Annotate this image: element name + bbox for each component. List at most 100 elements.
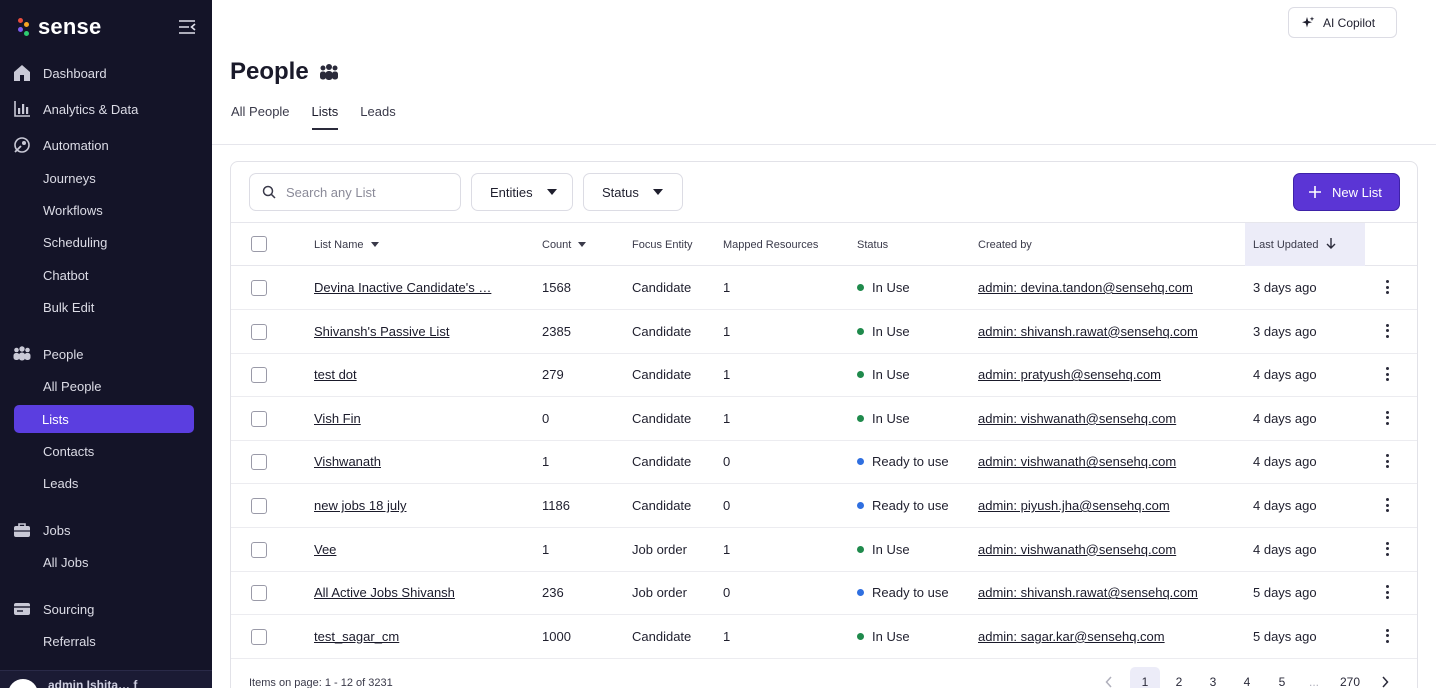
row-checkbox[interactable]	[251, 280, 267, 296]
entities-filter-dropdown[interactable]: Entities	[471, 173, 573, 211]
cell-count: 1000	[542, 615, 571, 658]
cell-list-name[interactable]: Shivansh's Passive List	[314, 310, 449, 353]
previous-page-button[interactable]	[1094, 667, 1124, 688]
ai-copilot-button[interactable]: AI Copilot	[1288, 7, 1397, 38]
row-actions-kebab-icon[interactable]	[1385, 541, 1389, 556]
search-box[interactable]	[249, 173, 461, 211]
cell-text: admin: vishwanath@sensehq.com	[978, 454, 1177, 470]
table-row: new jobs 18 july 1186 Candidate 0 Ready to u…	[231, 484, 1417, 528]
table-row: test_sagar_cm 1000 Candidate 1 In Use admin: …	[231, 615, 1417, 659]
status-filter-dropdown[interactable]: Status	[583, 173, 683, 211]
sidebar-item-referrals[interactable]: Referrals	[14, 627, 194, 655]
sidebar-section-analytics-data[interactable]: Analytics & Data	[12, 98, 138, 120]
status-dot-icon	[857, 545, 864, 553]
select-all-checkbox[interactable]	[251, 236, 267, 252]
cell-list-name[interactable]: All Active Jobs Shivansh	[314, 571, 455, 614]
sidebar-section-dashboard[interactable]: Dashboard	[12, 62, 107, 84]
status-dot-icon	[857, 284, 864, 291]
row-actions-kebab-icon[interactable]	[1385, 280, 1389, 294]
sidebar-section-people[interactable]: People	[12, 343, 83, 365]
cell-text: In Use	[872, 410, 910, 426]
sidebar-user-profile[interactable]: admin Ishita… f	[0, 670, 212, 688]
cell-text: Ready to use	[872, 454, 949, 470]
sidebar-item-all-jobs[interactable]: All Jobs	[14, 548, 194, 576]
sidebar-item-leads[interactable]: Leads	[14, 469, 194, 497]
chevron-down-icon	[546, 189, 557, 195]
column-header-list-name[interactable]: List Name	[314, 223, 379, 266]
next-page-button[interactable]	[1370, 667, 1400, 688]
row-checkbox[interactable]	[251, 585, 267, 602]
row-actions-kebab-icon[interactable]	[1385, 367, 1389, 382]
sidebar-item-label: Journeys	[43, 170, 96, 186]
cell-mapped-resources: 0	[723, 440, 730, 483]
row-actions-kebab-icon[interactable]	[1385, 323, 1389, 338]
cell-list-name[interactable]: Vishwanath	[314, 440, 381, 483]
cell-created-by[interactable]: admin: shivansh.rawat@sensehq.com	[978, 310, 1198, 353]
sidebar-section-sourcing[interactable]: Sourcing	[12, 598, 94, 620]
cell-text: test dot	[314, 367, 357, 383]
row-checkbox[interactable]	[251, 367, 267, 384]
page-button-1[interactable]: 1	[1130, 667, 1160, 688]
row-actions-kebab-icon[interactable]	[1385, 498, 1389, 512]
page-button-4[interactable]: 4	[1232, 667, 1262, 688]
tab-all-people[interactable]: All People	[231, 104, 290, 130]
cell-created-by[interactable]: admin: pratyush@sensehq.com	[978, 353, 1161, 396]
sidebar-item-label: Chatbot	[43, 267, 89, 283]
sidebar-item-label: Bulk Edit	[43, 299, 95, 315]
row-checkbox[interactable]	[251, 323, 267, 340]
search-input[interactable]	[286, 184, 446, 200]
sidebar: sense Dashboard Analytics & Data Automatio…	[0, 0, 212, 688]
row-actions-kebab-icon[interactable]	[1385, 628, 1389, 643]
cell-list-name[interactable]: Vish Fin	[314, 397, 361, 440]
cell-created-by[interactable]: admin: devina.tandon@sensehq.com	[978, 266, 1193, 309]
cell-created-by[interactable]: admin: vishwanath@sensehq.com	[978, 528, 1176, 571]
row-checkbox[interactable]	[251, 541, 267, 558]
cell-created-by[interactable]: admin: sagar.kar@sensehq.com	[978, 615, 1165, 658]
row-checkbox[interactable]	[251, 410, 267, 427]
sidebar-item-bulk-edit[interactable]: Bulk Edit	[14, 293, 194, 321]
cell-list-name[interactable]: test dot	[314, 353, 357, 396]
cell-list-name[interactable]: Devina Inactive Candidate's …	[314, 266, 491, 309]
cell-created-by[interactable]: admin: piyush.jha@sensehq.com	[978, 484, 1170, 527]
cell-list-name[interactable]: test_sagar_cm	[314, 615, 399, 658]
row-actions-kebab-icon[interactable]	[1385, 454, 1389, 469]
sidebar-item-journeys[interactable]: Journeys	[14, 164, 194, 192]
cell-text: In Use	[872, 323, 910, 339]
kebab-dot	[1385, 334, 1389, 338]
cell-created-by[interactable]: admin: vishwanath@sensehq.com	[978, 440, 1176, 483]
page-button-3[interactable]: 3	[1198, 667, 1228, 688]
page-button-270[interactable]: 270	[1335, 667, 1365, 688]
collapse-sidebar-button[interactable]	[178, 18, 196, 36]
cell-list-name[interactable]: Vee	[314, 528, 336, 571]
row-checkbox[interactable]	[251, 454, 267, 471]
new-list-button[interactable]: New List	[1293, 173, 1400, 211]
cell-created-by[interactable]: admin: shivansh.rawat@sensehq.com	[978, 571, 1198, 614]
cell-text: Vee	[314, 541, 337, 557]
column-header-count[interactable]: Count	[542, 223, 587, 266]
sidebar-section-automation[interactable]: Automation	[12, 134, 109, 156]
tab-leads[interactable]: Leads	[360, 104, 395, 130]
sidebar-item-chatbot[interactable]: Chatbot	[14, 261, 194, 289]
kebab-dot	[1385, 421, 1389, 425]
sidebar-item-scheduling[interactable]: Scheduling	[14, 228, 194, 256]
sidebar-section-jobs[interactable]: Jobs	[12, 519, 70, 541]
tab-lists[interactable]: Lists	[311, 104, 338, 130]
sidebar-item-lists[interactable]: Lists	[14, 405, 194, 433]
page-button-2[interactable]: 2	[1164, 667, 1194, 688]
cell-created-by[interactable]: admin: vishwanath@sensehq.com	[978, 397, 1176, 440]
row-actions-kebab-icon[interactable]	[1385, 410, 1389, 425]
sidebar-item-all-people[interactable]: All People	[14, 372, 194, 400]
row-checkbox[interactable]	[251, 628, 267, 645]
cell-list-name[interactable]: new jobs 18 july	[314, 484, 407, 527]
brand-logo[interactable]: sense	[18, 14, 101, 40]
cell-status: In Use	[857, 353, 910, 396]
cell-text: admin: devina.tandon@sensehq.com	[978, 280, 1193, 295]
row-checkbox[interactable]	[251, 498, 267, 514]
sparkle-icon	[1302, 16, 1315, 27]
sidebar-item-workflows[interactable]: Workflows	[14, 196, 194, 224]
cell-text: Candidate	[632, 367, 692, 383]
page-button-5[interactable]: 5	[1267, 667, 1297, 688]
row-actions-kebab-icon[interactable]	[1385, 585, 1389, 600]
sidebar-item-contacts[interactable]: Contacts	[14, 437, 194, 465]
column-header-last-updated[interactable]: Last Updated	[1245, 223, 1365, 266]
